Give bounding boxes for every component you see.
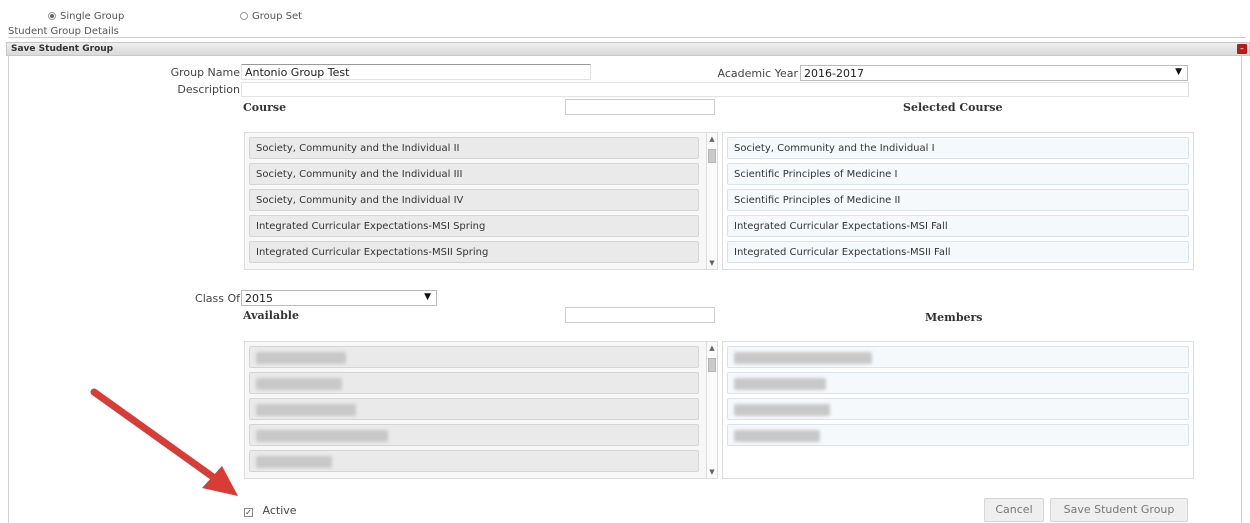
- group-name-input[interactable]: Antonio Group Test: [241, 64, 591, 80]
- panel-left-border: [8, 56, 9, 523]
- list-item[interactable]: Scientific Principles of Medicine II: [727, 189, 1189, 211]
- chevron-down-icon: ▼: [1175, 67, 1182, 77]
- save-student-group-button[interactable]: Save Student Group: [1050, 498, 1188, 522]
- redacted-name: [256, 404, 356, 416]
- active-checkbox[interactable]: ✓ Active: [244, 504, 297, 517]
- redacted-name: [734, 430, 820, 442]
- list-item[interactable]: Integrated Curricular Expectations-MSII …: [249, 241, 699, 263]
- group-set-radio[interactable]: Group Set: [240, 11, 302, 22]
- list-item[interactable]: Integrated Curricular Expectations-MSI F…: [727, 215, 1189, 237]
- list-item[interactable]: Society, Community and the Individual II…: [249, 163, 699, 185]
- list-item[interactable]: Society, Community and the Individual II: [249, 137, 699, 159]
- list-item[interactable]: [727, 372, 1189, 394]
- description-input[interactable]: [241, 82, 1189, 97]
- description-label: Description: [177, 83, 240, 96]
- scroll-up-icon[interactable]: ▲: [707, 344, 717, 352]
- academic-year-value: 2016-2017: [804, 67, 864, 80]
- list-item[interactable]: [727, 346, 1189, 368]
- available-members-list[interactable]: ▲ ▼: [244, 341, 718, 479]
- members-list[interactable]: [722, 341, 1194, 479]
- scroll-down-icon[interactable]: ▼: [707, 468, 717, 476]
- list-item[interactable]: Integrated Curricular Expectations-MSI S…: [249, 215, 699, 237]
- course-filter-input[interactable]: [565, 99, 715, 115]
- scrollbar[interactable]: ▲ ▼: [706, 342, 717, 478]
- available-heading: Available: [243, 309, 299, 322]
- chevron-down-icon: ▼: [424, 292, 431, 302]
- group-set-label: Group Set: [252, 11, 303, 22]
- course-available-list[interactable]: Society, Community and the Individual II…: [244, 132, 718, 270]
- course-selected-list[interactable]: Society, Community and the Individual I …: [722, 132, 1194, 270]
- class-of-label: Class Of: [195, 292, 240, 305]
- redacted-name: [256, 456, 332, 468]
- list-item[interactable]: [249, 450, 699, 472]
- course-heading: Course: [243, 101, 287, 114]
- divider: [8, 37, 1246, 38]
- list-item[interactable]: Society, Community and the Individual IV: [249, 189, 699, 211]
- list-item[interactable]: Integrated Curricular Expectations-MSII …: [727, 241, 1189, 263]
- radio-selected-icon: [48, 12, 56, 20]
- panel-right-border: [1241, 56, 1242, 523]
- checkbox-checked-icon: ✓: [244, 508, 253, 517]
- panel-header: Save Student Group –: [6, 42, 1250, 56]
- single-group-radio[interactable]: Single Group: [48, 11, 124, 22]
- list-item[interactable]: [727, 398, 1189, 420]
- annotation-arrow-icon: [90, 388, 238, 496]
- redacted-name: [734, 404, 830, 416]
- list-item[interactable]: Society, Community and the Individual I: [727, 137, 1189, 159]
- list-item[interactable]: [727, 424, 1189, 446]
- class-of-value: 2015: [245, 292, 273, 305]
- list-item[interactable]: [249, 424, 699, 446]
- panel-title: Save Student Group: [11, 44, 114, 54]
- close-icon[interactable]: –: [1237, 44, 1247, 54]
- group-name-label: Group Name: [170, 66, 240, 79]
- radio-empty-icon: [240, 12, 248, 20]
- academic-year-select[interactable]: 2016-2017 ▼: [800, 65, 1188, 81]
- selected-course-heading: Selected Course: [903, 101, 1003, 114]
- redacted-name: [734, 352, 872, 364]
- members-heading: Members: [925, 311, 983, 324]
- student-group-details-label: Student Group Details: [8, 26, 119, 37]
- list-item[interactable]: Scientific Principles of Medicine I: [727, 163, 1189, 185]
- list-item[interactable]: [249, 346, 699, 368]
- redacted-name: [256, 378, 342, 390]
- active-label: Active: [262, 504, 297, 517]
- redacted-name: [256, 430, 388, 442]
- academic-year-label: Academic Year: [717, 67, 798, 80]
- scrollbar[interactable]: ▲ ▼: [706, 133, 717, 269]
- scroll-up-icon[interactable]: ▲: [707, 135, 717, 143]
- scroll-down-icon[interactable]: ▼: [707, 259, 717, 267]
- list-item[interactable]: [249, 398, 699, 420]
- single-group-label: Single Group: [60, 11, 125, 22]
- scroll-thumb[interactable]: [708, 358, 716, 372]
- class-of-select[interactable]: 2015 ▼: [241, 290, 437, 306]
- scroll-thumb[interactable]: [708, 149, 716, 163]
- redacted-name: [734, 378, 826, 390]
- available-filter-input[interactable]: [565, 307, 715, 323]
- list-item[interactable]: [249, 372, 699, 394]
- redacted-name: [256, 352, 346, 364]
- cancel-button[interactable]: Cancel: [984, 498, 1044, 522]
